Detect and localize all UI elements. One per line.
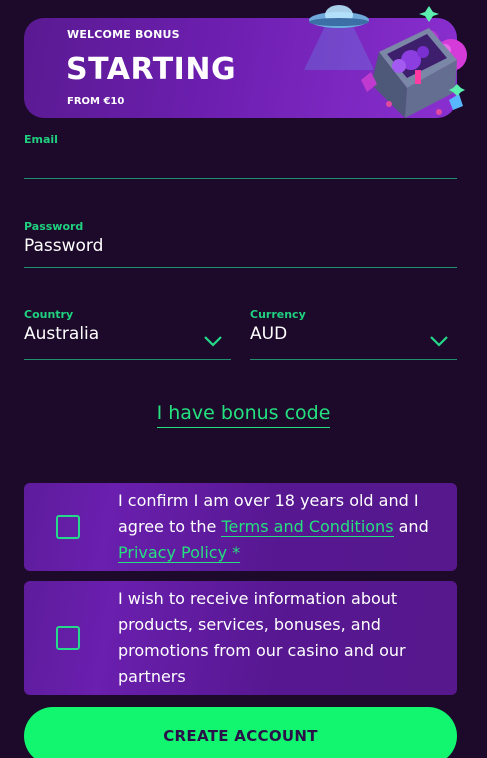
password-label: Password <box>24 220 84 233</box>
banner-title: STARTING <box>66 52 237 87</box>
age-terms-text-mid: and <box>393 517 429 536</box>
email-field[interactable]: Email <box>24 133 457 183</box>
ufo-treasure-chest-illustration <box>304 5 467 118</box>
password-field[interactable]: Password Password <box>24 220 457 270</box>
privacy-policy-link[interactable]: Privacy Policy * <box>118 543 241 563</box>
age-terms-consent[interactable]: I confirm I am over 18 years old and I a… <box>24 483 457 571</box>
chevron-down-icon[interactable] <box>203 334 223 348</box>
currency-underline <box>250 359 457 360</box>
bonus-code-link-wrapper: I have bonus code <box>0 402 487 428</box>
country-value[interactable]: Australia <box>24 324 99 344</box>
welcome-bonus-banner: WELCOME BONUS STARTING FROM €10 <box>24 5 467 118</box>
currency-value[interactable]: AUD <box>250 324 287 344</box>
banner-subtitle: FROM €10 <box>67 96 125 107</box>
email-label: Email <box>24 133 58 146</box>
banner-kicker: WELCOME BONUS <box>67 28 180 41</box>
password-input[interactable]: Password <box>24 236 103 256</box>
create-account-button[interactable]: CREATE ACCOUNT <box>24 707 457 758</box>
country-select[interactable]: Country Australia <box>24 308 231 363</box>
currency-label: Currency <box>250 308 306 321</box>
password-underline <box>24 267 457 268</box>
bonus-code-link[interactable]: I have bonus code <box>156 402 331 428</box>
currency-select[interactable]: Currency AUD <box>250 308 457 363</box>
marketing-checkbox[interactable] <box>56 626 80 650</box>
age-terms-checkbox[interactable] <box>56 515 80 539</box>
chevron-down-icon[interactable] <box>429 334 449 348</box>
registration-page: WELCOME BONUS STARTING FROM €10 Email Pa… <box>0 0 487 758</box>
age-terms-text: I confirm I am over 18 years old and I a… <box>118 488 438 566</box>
marketing-consent[interactable]: I wish to receive information about prod… <box>24 581 457 695</box>
marketing-text: I wish to receive information about prod… <box>118 589 406 686</box>
email-underline <box>24 178 457 179</box>
country-label: Country <box>24 308 74 321</box>
country-underline <box>24 359 231 360</box>
terms-link[interactable]: Terms and Conditions <box>221 517 394 537</box>
